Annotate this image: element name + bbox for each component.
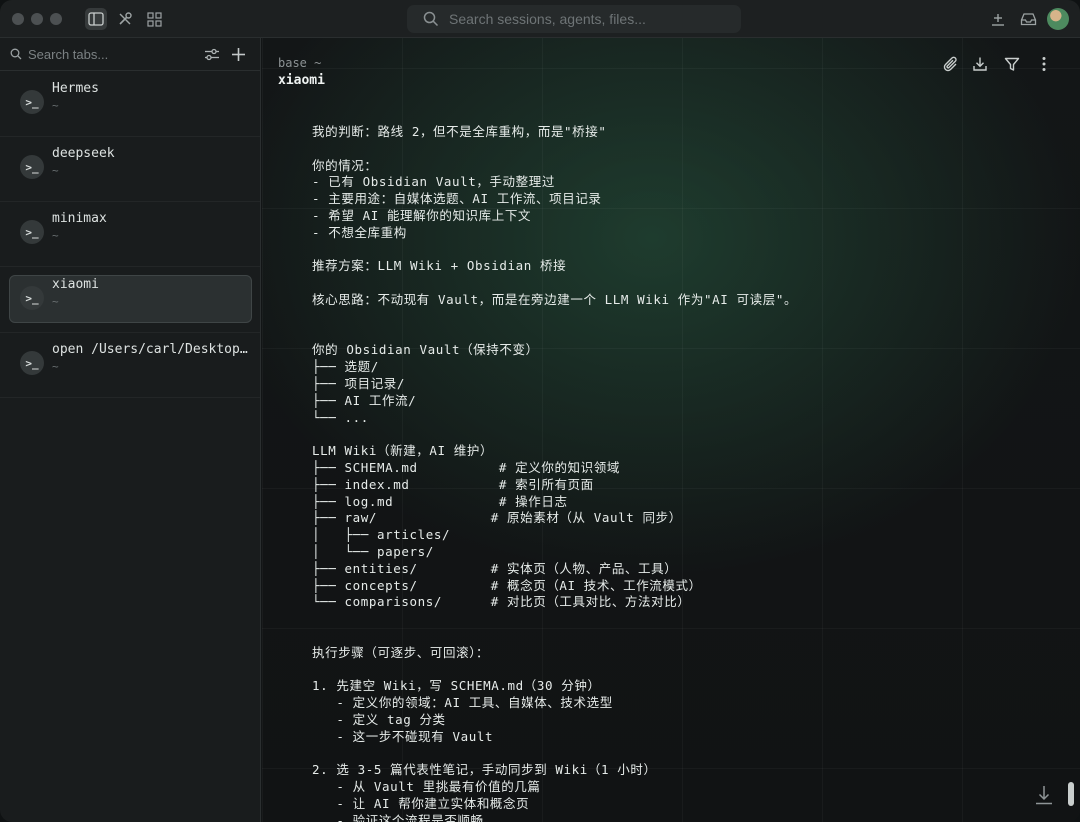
output-line: └── comparisons/ # 对比页（工具对比、方法对比） bbox=[312, 594, 691, 610]
session-path: ~ bbox=[52, 295, 59, 308]
session-name: open /Users/carl/Desktop… bbox=[52, 342, 248, 357]
session-path: ~ bbox=[52, 99, 59, 112]
output-line: 1. 先建空 Wiki，写 SCHEMA.md（30 分钟） bbox=[312, 678, 601, 694]
search-icon bbox=[10, 48, 22, 60]
session-item[interactable]: >_ deepseek ~ bbox=[0, 137, 260, 202]
app-window: Search sessions, agents, files... Search… bbox=[0, 0, 1080, 822]
title-bar: Search sessions, agents, files... bbox=[0, 0, 1080, 38]
tab-search-input[interactable]: Search tabs... bbox=[0, 38, 260, 71]
output-line: └── ... bbox=[312, 409, 369, 425]
tab-search-placeholder: Search tabs... bbox=[28, 46, 109, 62]
output-line: - 已有 Obsidian Vault，手动整理过 bbox=[312, 174, 555, 190]
output-line: - 从 Vault 里挑最有价值的几篇 bbox=[312, 779, 541, 795]
session-path: ~ bbox=[52, 229, 59, 242]
output-line: 推荐方案：LLM Wiki + Obsidian 桥接 bbox=[312, 258, 567, 274]
tools-icon[interactable] bbox=[114, 8, 136, 30]
session-item[interactable]: >_ Hermes ~ bbox=[0, 72, 260, 137]
output-line: - 定义 tag 分类 bbox=[312, 711, 446, 727]
attach-icon[interactable] bbox=[941, 54, 961, 74]
sidebar-toggle-icon[interactable] bbox=[85, 8, 107, 30]
terminal-icon: >_ bbox=[20, 155, 44, 179]
terminal-icon: >_ bbox=[20, 220, 44, 244]
minimize-window-button[interactable] bbox=[31, 13, 43, 25]
add-tab-icon[interactable] bbox=[231, 47, 246, 62]
global-search-placeholder: Search sessions, agents, files... bbox=[449, 11, 646, 27]
scrollbar-thumb[interactable] bbox=[1068, 782, 1074, 806]
output-line: │ ├── articles/ bbox=[312, 527, 451, 543]
output-line: ├── index.md # 索引所有页面 bbox=[312, 476, 594, 492]
output-line: │ └── papers/ bbox=[312, 543, 434, 559]
session-name: xiaomi bbox=[52, 277, 99, 292]
settings-sliders-icon[interactable] bbox=[204, 48, 220, 61]
session-name: minimax bbox=[52, 211, 107, 226]
output-line: ├── entities/ # 实体页（人物、产品、工具） bbox=[312, 560, 678, 576]
output-line: ├── raw/ # 原始素材（从 Vault 同步） bbox=[312, 510, 682, 526]
output-line: - 让 AI 帮你建立实体和概念页 bbox=[312, 795, 530, 811]
session-name: Hermes bbox=[52, 81, 99, 96]
zoom-window-button[interactable] bbox=[50, 13, 62, 25]
scroll-to-bottom-icon[interactable] bbox=[1032, 783, 1056, 807]
output-line: ├── 项目记录/ bbox=[312, 375, 406, 391]
search-icon bbox=[423, 11, 439, 27]
output-line: LLM Wiki（新建，AI 维护） bbox=[312, 443, 494, 459]
session-item[interactable]: >_ minimax ~ bbox=[0, 202, 260, 267]
session-output: 我的判断：路线 2，但不是全库重构，而是"桥接" 你的情况： - 已有 Obsid… bbox=[312, 124, 1052, 822]
output-line: 执行步骤（可逐步、可回滚）： bbox=[312, 644, 490, 660]
grid-icon[interactable] bbox=[143, 8, 165, 30]
terminal-icon: >_ bbox=[20, 351, 44, 375]
download-icon[interactable] bbox=[970, 54, 990, 74]
output-line: - 希望 AI 能理解你的知识库上下文 bbox=[312, 207, 532, 223]
output-line: 你的情况： bbox=[312, 157, 378, 173]
session-path-label: base ~ bbox=[278, 56, 322, 70]
session-title: xiaomi bbox=[278, 73, 325, 88]
output-line: 我的判断：路线 2，但不是全库重构，而是"桥接" bbox=[312, 124, 607, 139]
session-view: base ~ xiaomi 我的判断：路线 2，但不是全库重构，而是"桥接" 你… bbox=[262, 38, 1080, 822]
terminal-icon: >_ bbox=[20, 286, 44, 310]
output-line: - 主要用途：自媒体选题、AI 工作流、项目记录 bbox=[312, 191, 602, 207]
session-item-active[interactable]: >_ xiaomi ~ bbox=[0, 268, 260, 333]
user-avatar[interactable] bbox=[1047, 8, 1069, 30]
close-window-button[interactable] bbox=[12, 13, 24, 25]
session-path: ~ bbox=[52, 360, 59, 373]
output-line: - 验证这个流程是否顺畅 bbox=[312, 812, 484, 822]
output-line: - 定义你的领域：AI 工具、自媒体、技术选型 bbox=[312, 695, 613, 711]
output-line: ├── 选题/ bbox=[312, 359, 379, 375]
session-path: ~ bbox=[52, 164, 59, 177]
output-line: ├── SCHEMA.md # 定义你的知识领域 bbox=[312, 459, 620, 475]
filter-icon[interactable] bbox=[1002, 54, 1022, 74]
session-item[interactable]: >_ open /Users/carl/Desktop… ~ bbox=[0, 333, 260, 398]
global-search-input[interactable]: Search sessions, agents, files... bbox=[407, 5, 741, 33]
output-line: 你的 Obsidian Vault（保持不变） bbox=[312, 342, 539, 358]
terminal-icon: >_ bbox=[20, 90, 44, 114]
output-line: - 不想全库重构 bbox=[312, 224, 407, 240]
tabs-sidebar: Search tabs... >_ Hermes ~ >_ deepseek ~… bbox=[0, 38, 261, 822]
output-line: 核心思路：不动现有 Vault，而是在旁边建一个 LLM Wiki 作为"AI … bbox=[312, 291, 798, 307]
session-name: deepseek bbox=[52, 146, 115, 161]
output-line: 2. 选 3-5 篇代表性笔记，手动同步到 Wiki（1 小时） bbox=[312, 762, 657, 778]
inbox-icon[interactable] bbox=[1017, 8, 1039, 30]
output-line: ├── log.md # 操作日志 bbox=[312, 493, 568, 509]
output-line: ├── concepts/ # 概念页（AI 技术、工作流模式） bbox=[312, 577, 702, 593]
output-line: - 这一步不碰现有 Vault bbox=[312, 728, 494, 744]
more-icon[interactable] bbox=[1034, 54, 1054, 74]
new-tab-icon[interactable] bbox=[987, 8, 1009, 30]
output-line: ├── AI 工作流/ bbox=[312, 392, 417, 408]
